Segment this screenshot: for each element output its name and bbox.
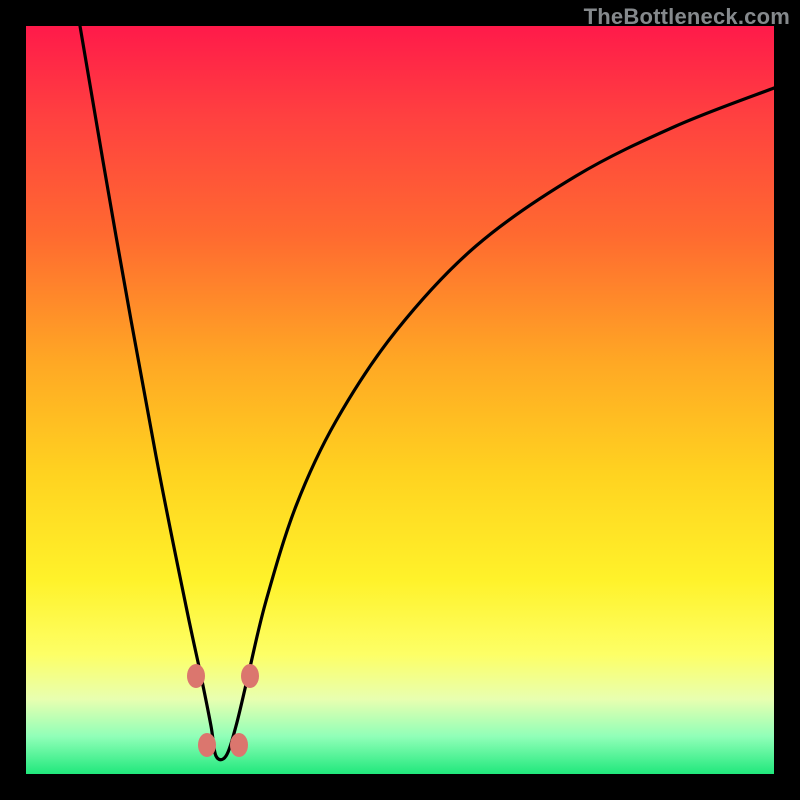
right-upper-dot — [241, 664, 259, 688]
left-upper-dot — [187, 664, 205, 688]
right-lower-dot — [230, 733, 248, 757]
bottleneck-curve-svg — [26, 26, 774, 774]
bottleneck-curve-path — [80, 26, 774, 760]
chart-plot-area — [26, 26, 774, 774]
watermark-text: TheBottleneck.com — [584, 4, 790, 30]
left-lower-dot — [198, 733, 216, 757]
